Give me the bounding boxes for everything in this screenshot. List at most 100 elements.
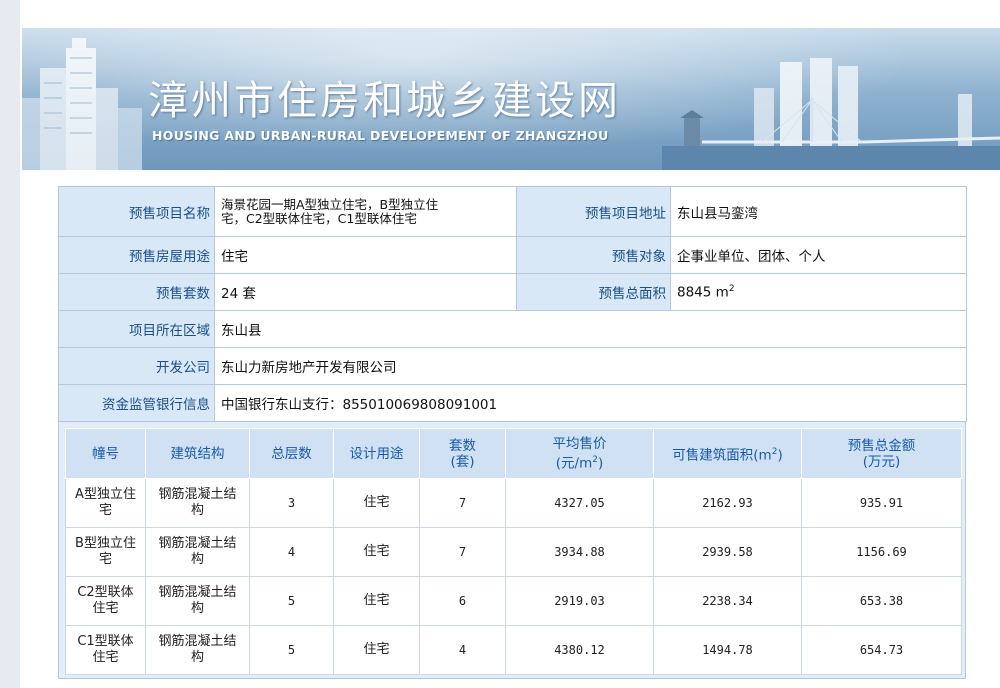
cell-id: B型独立住宅 bbox=[65, 527, 146, 577]
info-row: 预售房屋用途 住宅 预售对象 企事业单位、团体、个人 bbox=[58, 236, 967, 274]
cell-use: 住宅 bbox=[333, 576, 420, 626]
header-line: (万元) bbox=[862, 453, 901, 470]
cell-total: 1156.69 bbox=[801, 527, 962, 577]
project-name-line: 海景花园一期A型独立住宅，B型独立住 bbox=[221, 196, 439, 212]
cell-price: 3934.88 bbox=[505, 527, 654, 577]
cell-line: 宅 bbox=[98, 552, 112, 567]
info-row: 预售套数 24 套 预售总面积 8845 m2 bbox=[58, 273, 967, 311]
developer-label: 开发公司 bbox=[58, 347, 215, 385]
presale-info-table: 预售项目名称 海景花园一期A型独立住宅，B型独立住 宅，C2型联体住宅，C1型联… bbox=[58, 186, 967, 422]
table-header-row: 幢号 建筑结构 总层数 设计用途 套数 (套) 平均售价 (元/m2) 可售建筑… bbox=[65, 428, 962, 479]
cell-id: C2型联体 住宅 bbox=[65, 576, 146, 626]
cell-line: 住宅 bbox=[92, 601, 119, 616]
header-line: 预售总金额 bbox=[847, 437, 916, 454]
cell-floors: 4 bbox=[249, 527, 334, 577]
cell-line: 构 bbox=[190, 503, 204, 518]
cell-units: 7 bbox=[419, 527, 506, 577]
table-row: C2型联体 住宅 钢筋混凝土结构 5 住宅 6 2919.03 2238.34 6… bbox=[65, 576, 962, 626]
info-row: 开发公司 东山力新房地产开发有限公司 bbox=[58, 347, 967, 385]
cell-units: 4 bbox=[419, 625, 506, 675]
cell-line: 钢筋混凝土结 bbox=[158, 487, 237, 502]
units-value: 24 套 bbox=[214, 273, 517, 311]
cell-area: 2162.93 bbox=[653, 478, 802, 528]
cell-structure: 钢筋混凝土结构 bbox=[145, 625, 250, 675]
cell-use: 住宅 bbox=[333, 478, 420, 528]
cell-line: 钢筋混凝土结 bbox=[158, 634, 237, 649]
bank-label: 资金监管银行信息 bbox=[58, 384, 215, 422]
cell-units: 6 bbox=[419, 576, 506, 626]
cell-line: 构 bbox=[190, 650, 204, 665]
cell-area: 2238.34 bbox=[653, 576, 802, 626]
cell-line: A型独立住 bbox=[75, 487, 136, 502]
target-label: 预售对象 bbox=[516, 236, 671, 274]
project-name-label: 预售项目名称 bbox=[58, 186, 215, 237]
bank-value: 中国银行东山支行：855010069808091001 bbox=[214, 384, 967, 422]
header-text: 可售建筑面积(m bbox=[672, 447, 772, 464]
cell-total: 653.38 bbox=[801, 576, 962, 626]
cell-use: 住宅 bbox=[333, 527, 420, 577]
info-row: 项目所在区域 东山县 bbox=[58, 310, 967, 348]
col-header-id: 幢号 bbox=[65, 428, 146, 479]
cell-line: C2型联体 bbox=[77, 585, 134, 600]
table-row: A型独立住宅 钢筋混凝土结构 3 住宅 7 4327.05 2162.93 93… bbox=[65, 478, 962, 528]
area-value: 8845 m2 bbox=[670, 273, 967, 311]
cell-line: 钢筋混凝土结 bbox=[158, 585, 237, 600]
building-table: 幢号 建筑结构 总层数 设计用途 套数 (套) 平均售价 (元/m2) 可售建筑… bbox=[65, 428, 962, 675]
col-header-use: 设计用途 bbox=[333, 428, 420, 479]
cell-line: 构 bbox=[190, 601, 204, 616]
district-value: 东山县 bbox=[214, 310, 967, 348]
project-name-value: 海景花园一期A型独立住宅，B型独立住 宅，C2型联体住宅，C1型联体住宅 bbox=[214, 186, 517, 237]
site-banner: 漳州市住房和城乡建设网 HOUSING AND URBAN-RURAL DEVE… bbox=[22, 28, 1000, 170]
cell-use: 住宅 bbox=[333, 625, 420, 675]
address-label: 预售项目地址 bbox=[516, 186, 671, 237]
col-header-area: 可售建筑面积(m2) bbox=[653, 428, 802, 479]
district-label: 项目所在区域 bbox=[58, 310, 215, 348]
city-skyline-left-image bbox=[22, 38, 142, 170]
col-header-price: 平均售价 (元/m2) bbox=[505, 428, 654, 479]
header-text: ) bbox=[777, 447, 783, 464]
info-row: 预售项目名称 海景花园一期A型独立住宅，B型独立住 宅，C2型联体住宅，C1型联… bbox=[58, 186, 967, 237]
cell-area: 1494.78 bbox=[653, 625, 802, 675]
header-line: 平均售价 bbox=[552, 435, 607, 452]
col-header-structure: 建筑结构 bbox=[145, 428, 250, 479]
cell-area: 2939.58 bbox=[653, 527, 802, 577]
usage-label: 预售房屋用途 bbox=[58, 236, 215, 274]
cell-floors: 5 bbox=[249, 625, 334, 675]
cell-id: C1型联体 住宅 bbox=[65, 625, 146, 675]
city-skyline-right-image bbox=[662, 58, 1000, 170]
cell-line: 构 bbox=[190, 552, 204, 567]
target-value: 企事业单位、团体、个人 bbox=[670, 236, 967, 274]
header-line: (套) bbox=[450, 453, 475, 470]
table-row: C1型联体 住宅 钢筋混凝土结构 5 住宅 4 4380.12 1494.78 6… bbox=[65, 625, 962, 675]
cell-price: 4327.05 bbox=[505, 478, 654, 528]
table-row: B型独立住宅 钢筋混凝土结构 4 住宅 7 3934.88 2939.58 11… bbox=[65, 527, 962, 577]
cell-price: 4380.12 bbox=[505, 625, 654, 675]
area-unit-exponent: 2 bbox=[728, 283, 735, 294]
site-subtitle: HOUSING AND URBAN-RURAL DEVELOPEMENT OF … bbox=[152, 128, 609, 143]
cell-line: 住宅 bbox=[92, 650, 119, 665]
header-text: ) bbox=[597, 455, 604, 472]
cell-structure: 钢筋混凝土结构 bbox=[145, 478, 250, 528]
area-label: 预售总面积 bbox=[516, 273, 671, 311]
cell-floors: 5 bbox=[249, 576, 334, 626]
header-text: (元/m bbox=[555, 455, 593, 472]
cell-line: C1型联体 bbox=[77, 634, 134, 649]
col-header-units: 套数 (套) bbox=[419, 428, 506, 479]
developer-value: 东山力新房地产开发有限公司 bbox=[214, 347, 967, 385]
cell-line: 钢筋混凝土结 bbox=[158, 536, 237, 551]
cell-structure: 钢筋混凝土结构 bbox=[145, 576, 250, 626]
cell-id: A型独立住宅 bbox=[65, 478, 146, 528]
site-title: 漳州市住房和城乡建设网 bbox=[148, 78, 621, 124]
building-table-container: 幢号 建筑结构 总层数 设计用途 套数 (套) 平均售价 (元/m2) 可售建筑… bbox=[58, 421, 966, 679]
header-line: (元/m2) bbox=[506, 452, 653, 472]
cell-total: 935.91 bbox=[801, 478, 962, 528]
info-row: 资金监管银行信息 中国银行东山支行：855010069808091001 bbox=[58, 384, 967, 422]
cell-units: 7 bbox=[419, 478, 506, 528]
cell-line: B型独立住 bbox=[75, 536, 136, 551]
address-value: 东山县马銮湾 bbox=[670, 186, 967, 237]
cell-total: 654.73 bbox=[801, 625, 962, 675]
col-header-floors: 总层数 bbox=[249, 428, 334, 479]
header-line: 套数 bbox=[449, 437, 476, 454]
cell-floors: 3 bbox=[249, 478, 334, 528]
col-header-total: 预售总金额 (万元) bbox=[801, 428, 962, 479]
